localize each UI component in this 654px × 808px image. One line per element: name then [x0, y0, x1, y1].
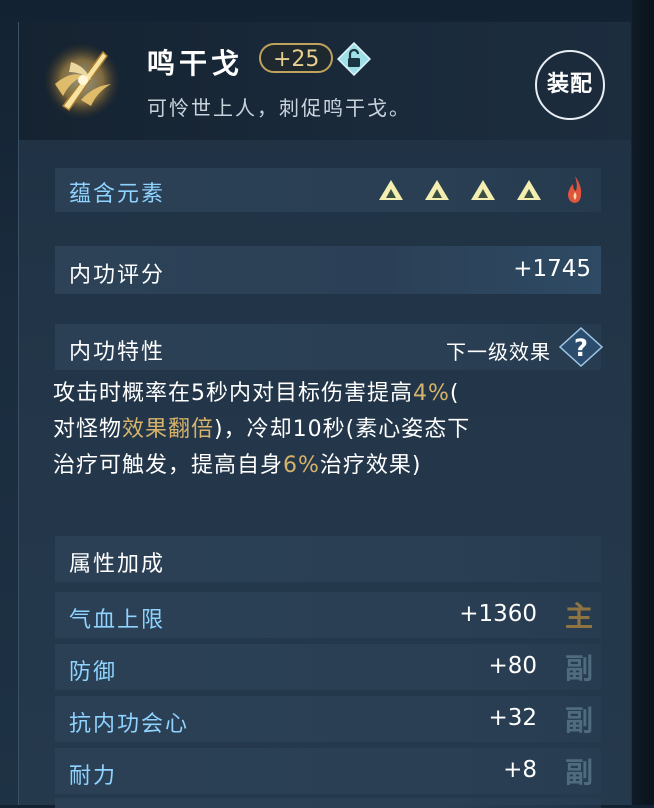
triangle-element-icon: [471, 180, 495, 200]
stat-row: 气血上限 +1360 主: [55, 592, 601, 638]
trait-label: 内功特性: [69, 340, 166, 365]
stat-value: +32: [488, 705, 537, 731]
desc-line: 治疗可触发，提高自身6%治疗效果): [53, 448, 593, 484]
item-header: 鸣干戈 +25 可怜世上人，刺促鸣干戈。 装配: [19, 22, 631, 140]
stat-value: +8: [503, 757, 537, 783]
desc-text: 攻击时概率在5秒内对目标伤害提高: [53, 381, 413, 406]
stat-name: 防御: [69, 660, 118, 685]
sub-stat-tag: 副: [564, 756, 593, 789]
item-detail-panel: 鸣干戈 +25 可怜世上人，刺促鸣干戈。 装配 蕴含元素 内功评分 +1745 …: [18, 22, 631, 808]
item-name: 鸣干戈: [147, 47, 244, 80]
score-label: 内功评分: [69, 263, 166, 288]
item-subtitle: 可怜世上人，刺促鸣干戈。: [147, 96, 411, 120]
stat-value: +80: [488, 653, 537, 679]
attributes-header: 属性加成: [55, 536, 601, 582]
score-value: +1745: [513, 256, 591, 282]
triangle-element-icon: [425, 180, 449, 200]
unlock-icon[interactable]: [337, 42, 371, 76]
desc-line: 攻击时概率在5秒内对目标伤害提高4%(: [53, 376, 593, 412]
desc-highlight: 6%: [283, 453, 320, 478]
element-icons: [373, 172, 593, 208]
stat-value: +1360: [459, 601, 537, 627]
triangle-element-icon: [517, 180, 541, 200]
stat-row: 耐力 +8 副: [55, 748, 601, 794]
elements-row: 蕴含元素: [55, 168, 601, 212]
sub-stat-tag: 副: [564, 652, 593, 685]
stat-name: 气血上限: [69, 608, 166, 633]
score-row: 内功评分 +1745: [55, 246, 601, 294]
trait-row: 内功特性 下一级效果 ?: [55, 324, 603, 370]
stat-row: 防御 +80 副: [55, 644, 601, 690]
desc-text: 治疗效果): [319, 453, 422, 478]
stat-row: 抗内功会心 +32 副: [55, 696, 601, 742]
flame-element-icon: [568, 176, 582, 203]
triangle-element-icon: [379, 180, 403, 200]
elements-label: 蕴含元素: [69, 182, 166, 207]
help-icon[interactable]: ?: [559, 327, 603, 367]
level-badge: +25: [259, 43, 334, 73]
equip-button[interactable]: 装配: [535, 50, 605, 120]
stat-row-partial: [55, 798, 601, 808]
next-level-label[interactable]: 下一级效果: [446, 336, 551, 365]
desc-text: (: [449, 381, 460, 406]
desc-text: 治疗可触发，提高自身: [53, 453, 284, 478]
svg-text:?: ?: [574, 334, 588, 362]
desc-line: 对怪物效果翻倍)，冷却10秒(素心姿态下: [53, 412, 593, 448]
weapon-emblem-icon: [44, 43, 120, 119]
desc-highlight: 效果翻倍: [122, 417, 215, 442]
sub-stat-tag: 副: [564, 704, 593, 737]
main-stat-tag: 主: [564, 600, 593, 633]
desc-text: )，冷却10秒(素心姿态下: [214, 417, 471, 442]
attributes-label: 属性加成: [69, 552, 166, 577]
trait-description: 攻击时概率在5秒内对目标伤害提高4%( 对怪物效果翻倍)，冷却10秒(素心姿态下…: [53, 376, 593, 484]
stat-name: 抗内功会心: [69, 712, 190, 737]
stat-name: 耐力: [69, 764, 118, 789]
desc-text: 对怪物: [53, 417, 123, 442]
screen-edge: [632, 0, 654, 805]
desc-highlight: 4%: [413, 381, 450, 406]
